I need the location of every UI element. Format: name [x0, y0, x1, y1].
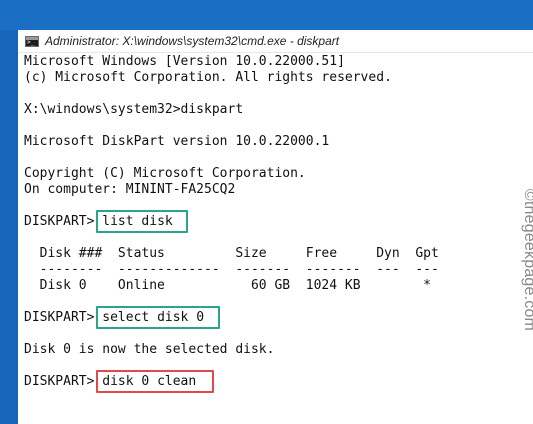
copyright-line: Copyright (C) Microsoft Corporation.: [24, 166, 306, 181]
watermark-text: ©thegeekpage.com: [521, 188, 533, 332]
diskpart-launch-command: X:\windows\system32>diskpart: [24, 102, 244, 117]
list-disk-highlight: [96, 210, 188, 233]
cmd-window: Administrator: X:\windows\system32\cmd.e…: [18, 30, 533, 424]
diskpart-version: Microsoft DiskPart version 10.0.22000.1: [24, 134, 330, 149]
diskpart-prompt: DISKPART>: [24, 214, 103, 229]
desktop-background: [0, 0, 533, 30]
computer-line: On computer: MININT-FA25CQ2: [24, 182, 236, 197]
disk-table-header: Disk ### Status Size Free Dyn Gpt: [24, 246, 439, 261]
watermark: ©thegeekpage.com: [509, 180, 533, 340]
disk-table-row: Disk 0 Online 60 GB 1024 KB *: [24, 278, 431, 293]
window-title: Administrator: X:\windows\system32\cmd.e…: [45, 34, 340, 48]
disk-clean-highlight: [96, 370, 214, 393]
disk-table-divider: -------- ------------- ------- ------- -…: [24, 262, 439, 277]
diskpart-prompt: DISKPART>: [24, 374, 103, 389]
cmd-console-icon: [25, 35, 39, 47]
title-bar[interactable]: Administrator: X:\windows\system32\cmd.e…: [18, 30, 533, 53]
banner-line-2: (c) Microsoft Corporation. All rights re…: [24, 70, 392, 85]
select-disk-highlight: [96, 306, 220, 329]
diskpart-prompt: DISKPART>: [24, 310, 103, 325]
console-output[interactable]: Microsoft Windows [Version 10.0.22000.51…: [24, 54, 524, 424]
banner-line-1: Microsoft Windows [Version 10.0.22000.51…: [24, 54, 345, 69]
select-result: Disk 0 is now the selected disk.: [24, 342, 275, 357]
